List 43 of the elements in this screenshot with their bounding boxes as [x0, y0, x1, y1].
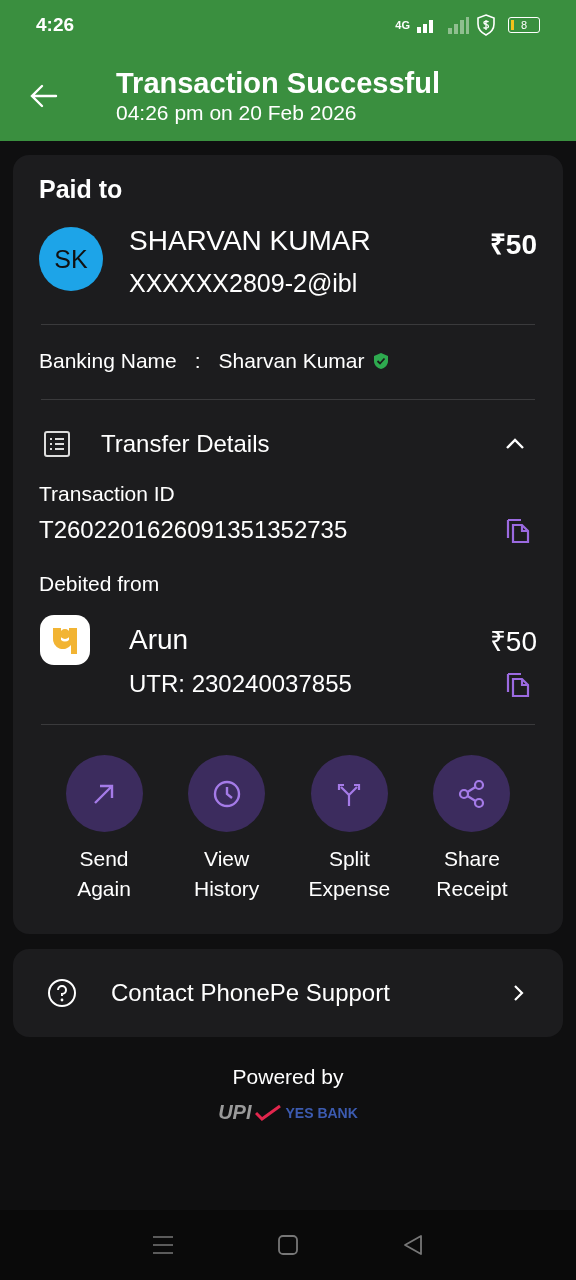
- transaction-time: 04:26 pm on 20 Feb 2026: [116, 99, 358, 126]
- copy-icon[interactable]: [505, 516, 531, 544]
- upi-logo: UPI: [218, 1101, 252, 1124]
- amount: ₹50: [489, 228, 537, 262]
- support-link[interactable]: Contact PhonePe Support: [13, 949, 563, 1037]
- battery-indicator: 8: [508, 17, 540, 33]
- list-icon: [43, 430, 71, 458]
- section-title: Transfer Details: [101, 430, 271, 458]
- banking-name: Sharvan Kumar: [218, 349, 365, 373]
- transaction-id: T2602201626091351352735: [39, 516, 348, 544]
- utr-number: UTR: 230240037855: [129, 670, 352, 698]
- bank-logo-icon: [39, 614, 91, 666]
- clock-icon: [211, 778, 242, 809]
- share-icon: [456, 778, 487, 809]
- account-name: Arun: [129, 624, 190, 656]
- yes-bank-logo: YES BANK: [285, 1104, 358, 1121]
- section-heading: Paid to: [39, 175, 124, 204]
- tick-icon: [255, 1104, 282, 1121]
- powered-by-text: Powered by: [232, 1065, 344, 1089]
- debited-amount: ₹50: [489, 625, 537, 659]
- home-icon[interactable]: [277, 1234, 299, 1256]
- menu-icon[interactable]: [151, 1235, 174, 1255]
- chevron-right-icon: [513, 984, 525, 1002]
- payee-upi-id: XXXXXX2809-2@ibl: [129, 268, 359, 299]
- shield-icon: [476, 14, 496, 36]
- banking-name-label: Banking Name: [39, 349, 177, 373]
- help-icon: [47, 978, 77, 1008]
- chevron-icon[interactable]: [505, 437, 525, 451]
- action-label: View History: [193, 846, 261, 902]
- payee-name: SHARVAN KUMAR: [129, 224, 372, 258]
- back-icon[interactable]: [402, 1234, 425, 1256]
- field-label: Transaction ID: [39, 482, 176, 506]
- separator: :: [194, 349, 201, 373]
- action-label: Split Expense: [307, 846, 392, 902]
- avatar-initials: SK: [39, 227, 103, 291]
- action-label: Send Again: [76, 846, 132, 902]
- status-time: 4:26: [36, 14, 75, 36]
- screen-title: Transaction Successful: [116, 65, 440, 100]
- field-label: Debited from: [39, 572, 161, 596]
- copy-icon[interactable]: [505, 670, 531, 698]
- action-label: Share Receipt: [435, 846, 509, 902]
- back-arrow-icon[interactable]: [30, 83, 58, 108]
- network-label: 4G: [395, 19, 410, 31]
